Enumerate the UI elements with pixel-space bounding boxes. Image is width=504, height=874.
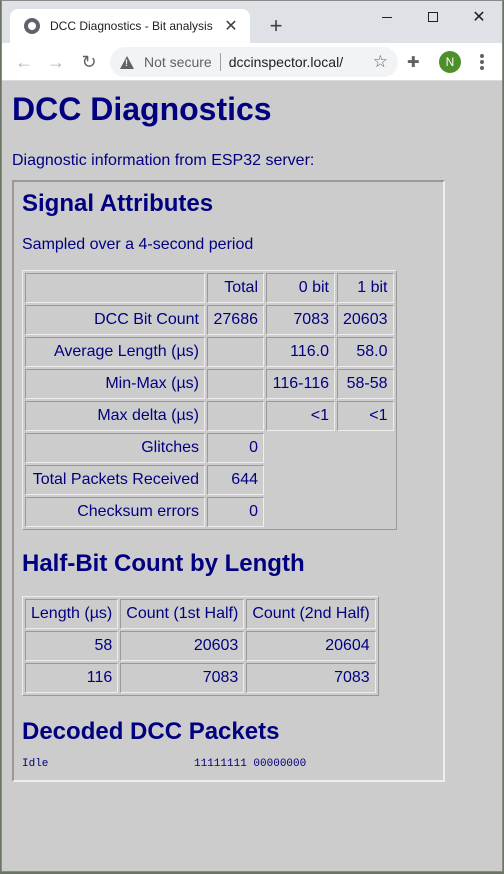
decoded-packets-heading: Decoded DCC Packets <box>22 718 280 745</box>
total-cell: 0 <box>207 497 264 527</box>
browser-window: DCC Diagnostics - Bit analysis ✕ + ✕ ← →… <box>1 0 503 872</box>
bookmark-star-icon[interactable]: ☆ <box>373 52 388 72</box>
page-content: DCC Diagnostics Diagnostic information f… <box>2 81 502 792</box>
active-tab[interactable]: DCC Diagnostics - Bit analysis ✕ <box>10 9 250 43</box>
row-label: DCC Bit Count <box>25 305 205 335</box>
tab-strip: DCC Diagnostics - Bit analysis ✕ + ✕ <box>2 1 502 43</box>
minimize-button[interactable] <box>364 1 410 33</box>
one-bit-cell: 20603 <box>337 305 394 335</box>
signal-attributes-table: Total 0 bit 1 bit DCC Bit Count 27686 70… <box>22 270 397 530</box>
one-bit-cell: 58.0 <box>337 337 394 367</box>
close-icon: ✕ <box>472 9 486 26</box>
empty-cell <box>337 465 394 495</box>
header-first-half: Count (1st Half) <box>120 599 245 629</box>
zero-bit-cell: <1 <box>266 401 335 431</box>
back-button[interactable]: ← <box>12 50 36 74</box>
header-empty-cell <box>25 273 205 303</box>
omnibox-divider <box>219 53 221 71</box>
tab-title: DCC Diagnostics - Bit analysis <box>50 19 213 33</box>
empty-cell <box>337 433 394 463</box>
total-cell <box>207 337 264 367</box>
maximize-icon <box>428 12 438 22</box>
total-cell <box>207 369 264 399</box>
page-title: DCC Diagnostics <box>12 91 272 127</box>
intro-text: Diagnostic information from ESP32 server… <box>12 152 315 169</box>
table-row: Max delta (µs) <1 <1 <box>25 401 394 431</box>
maximize-button[interactable] <box>410 1 456 33</box>
close-window-button[interactable]: ✕ <box>456 1 502 33</box>
sampling-note: Sampled over a 4-second period <box>22 236 254 253</box>
reload-button[interactable]: ↻ <box>77 50 101 74</box>
table-row: Average Length (µs) 116.0 58.0 <box>25 337 394 367</box>
packet-name: Idle <box>22 758 49 770</box>
packet-bits: 11111111 00000000 <box>194 758 307 770</box>
table-row: Min-Max (µs) 116-116 58-58 <box>25 369 394 399</box>
one-bit-cell: 58-58 <box>337 369 394 399</box>
half-bit-table: Length (µs) Count (1st Half) Count (2nd … <box>22 596 379 696</box>
header-length: Length (µs) <box>25 599 119 629</box>
browser-toolbar: ← → ↻ Not secure dccinspector.local/ ☆ ✚… <box>2 43 502 81</box>
packet-row: Idle 11111111 00000000 <box>22 758 435 770</box>
signal-attributes-heading: Signal Attributes <box>22 190 214 217</box>
row-label: Total Packets Received <box>25 465 205 495</box>
empty-cell <box>337 497 394 527</box>
total-cell: 644 <box>207 465 264 495</box>
one-bit-cell: <1 <box>337 401 394 431</box>
minimize-icon <box>382 16 392 18</box>
tab-close-icon[interactable]: ✕ <box>222 16 240 36</box>
warning-icon[interactable] <box>120 55 134 69</box>
browser-menu-icon[interactable] <box>474 52 490 72</box>
header-second-half: Count (2nd Half) <box>246 599 376 629</box>
zero-bit-cell: 7083 <box>266 305 335 335</box>
length-cell: 58 <box>25 631 119 661</box>
new-tab-button[interactable]: + <box>264 14 288 38</box>
header-one-bit: 1 bit <box>337 273 394 303</box>
security-label[interactable]: Not secure <box>144 54 212 70</box>
extensions-puzzle-icon[interactable]: ✚ <box>407 53 427 71</box>
table-row: 58 20603 20604 <box>25 631 376 661</box>
table-header-row: Length (µs) Count (1st Half) Count (2nd … <box>25 599 376 629</box>
table-row: Checksum errors 0 <box>25 497 394 527</box>
table-row: Total Packets Received 644 <box>25 465 394 495</box>
forward-button[interactable]: → <box>44 50 68 74</box>
table-header-row: Total 0 bit 1 bit <box>25 273 394 303</box>
total-cell <box>207 401 264 431</box>
empty-cell <box>266 465 335 495</box>
row-label: Min-Max (µs) <box>25 369 205 399</box>
empty-cell <box>266 497 335 527</box>
globe-icon <box>24 18 40 34</box>
half-bit-heading: Half-Bit Count by Length <box>22 550 305 577</box>
total-cell: 0 <box>207 433 264 463</box>
zero-bit-cell: 116.0 <box>266 337 335 367</box>
address-bar[interactable]: Not secure dccinspector.local/ ☆ <box>110 47 398 77</box>
length-cell: 116 <box>25 663 119 693</box>
header-zero-bit: 0 bit <box>266 273 335 303</box>
header-total: Total <box>207 273 264 303</box>
diagnostics-panel: Signal Attributes Sampled over a 4-secon… <box>12 180 445 782</box>
first-half-cell: 7083 <box>120 663 245 693</box>
first-half-cell: 20603 <box>120 631 245 661</box>
row-label: Glitches <box>25 433 205 463</box>
table-row: 116 7083 7083 <box>25 663 376 693</box>
profile-avatar[interactable]: N <box>439 51 461 73</box>
row-label: Max delta (µs) <box>25 401 205 431</box>
table-row: DCC Bit Count 27686 7083 20603 <box>25 305 394 335</box>
second-half-cell: 20604 <box>246 631 376 661</box>
url-text[interactable]: dccinspector.local/ <box>229 54 373 70</box>
row-label: Checksum errors <box>25 497 205 527</box>
row-label: Average Length (µs) <box>25 337 205 367</box>
empty-cell <box>266 433 335 463</box>
second-half-cell: 7083 <box>246 663 376 693</box>
zero-bit-cell: 116-116 <box>266 369 335 399</box>
table-row: Glitches 0 <box>25 433 394 463</box>
total-cell: 27686 <box>207 305 264 335</box>
